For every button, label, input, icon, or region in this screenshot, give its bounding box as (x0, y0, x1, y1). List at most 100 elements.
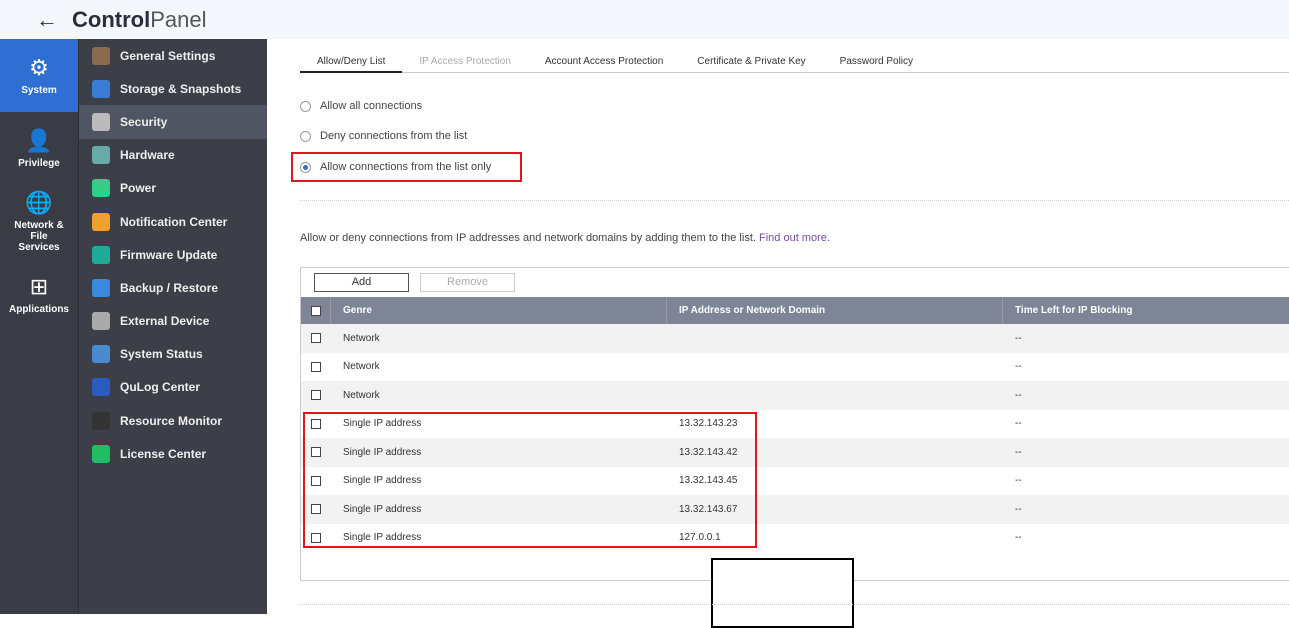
ip-cell (667, 353, 679, 382)
remove-button[interactable]: Remove (420, 273, 515, 292)
select-all-cell (301, 297, 331, 324)
genre-cell: Network (343, 389, 380, 401)
time-left-cell: -- (1015, 389, 1022, 401)
nav-network[interactable]: 🌐 Network & File Services (0, 185, 78, 258)
row-checkbox[interactable] (311, 361, 321, 372)
submenu-item-hardware[interactable]: Hardware (79, 139, 267, 172)
row-checkbox-cell (301, 381, 321, 410)
submenu-item-firmware-update[interactable]: Firmware Update (79, 238, 267, 271)
gear-icon: ⚙ (29, 55, 49, 80)
submenu-icon (92, 378, 110, 397)
submenu-label: Hardware (120, 148, 175, 163)
submenu-item-external-device[interactable]: External Device (79, 305, 267, 338)
submenu-icon (92, 146, 110, 165)
row-checkbox-cell (301, 353, 321, 382)
submenu-label: Security (120, 114, 168, 129)
highlight-box (303, 412, 757, 548)
submenu-label: Firmware Update (120, 247, 218, 262)
row-checkbox[interactable] (311, 333, 321, 344)
column-genre[interactable]: Genre (331, 297, 667, 324)
time-left-cell: -- (1015, 475, 1022, 487)
radio-label: Allow all connections (320, 100, 423, 112)
submenu-icon (92, 444, 110, 463)
row-checkbox[interactable] (311, 390, 321, 401)
submenu-icon (92, 46, 110, 65)
submenu-item-backup-restore[interactable]: Backup / Restore (79, 271, 267, 304)
nav-privilege[interactable]: 👤 Privilege (0, 112, 78, 185)
radio-circle[interactable] (300, 130, 311, 142)
description: Allow or deny connections from IP addres… (300, 232, 830, 244)
ip-cell (667, 381, 679, 410)
description-text: Allow or deny connections from IP addres… (300, 232, 756, 244)
submenu-icon (92, 212, 110, 231)
nav-label: System (21, 85, 57, 96)
submenu-icon (92, 179, 110, 198)
grid-icon: ⊞ (29, 274, 49, 299)
table-header: Genre IP Address or Network Domain Time … (301, 297, 1289, 324)
main-nav: ⚙ System 👤 Privilege 🌐 Network & File Servi… (0, 39, 78, 614)
submenu-icon (92, 112, 110, 131)
submenu-icon (92, 79, 110, 98)
divider (300, 200, 1289, 201)
submenu-item-power[interactable]: Power (79, 172, 267, 205)
submenu-icon (92, 345, 110, 364)
table-row[interactable]: Network -- (301, 324, 1289, 353)
app-title: ControlPanel (72, 7, 206, 33)
nav-label: Applications (8, 304, 69, 315)
tab-account-access-protection[interactable]: Account Access Protection (528, 56, 680, 73)
submenu-item-qulog-center[interactable]: QuLog Center (79, 371, 267, 404)
column-ip[interactable]: IP Address or Network Domain (667, 297, 1003, 324)
submenu-item-security[interactable]: Security (79, 105, 267, 139)
submenu-label: External Device (120, 314, 210, 329)
user-icon: 👤 (25, 128, 53, 153)
submenu-label: Backup / Restore (120, 280, 219, 295)
highlight-box (291, 152, 522, 182)
tab-ip-access-protection[interactable]: IP Access Protection (402, 56, 528, 73)
time-left-cell: -- (1015, 418, 1022, 430)
nav-applications[interactable]: ⊞ Applications (0, 258, 78, 331)
submenu-icon (92, 312, 110, 331)
submenu-icon (92, 245, 110, 264)
add-button[interactable]: Add (314, 273, 409, 292)
genre-cell: Network (343, 361, 380, 373)
column-time-left[interactable]: Time Left for IP Blocking (1003, 297, 1289, 324)
submenu-icon (92, 411, 110, 430)
submenu-label: QuLog Center (120, 380, 200, 395)
radio-deny-list[interactable]: Deny connections from the list (300, 130, 467, 142)
table-row[interactable]: Network -- (301, 381, 1289, 410)
ip-cell (667, 324, 679, 353)
find-out-more-link[interactable]: Find out more. (759, 232, 830, 244)
submenu-item-system-status[interactable]: System Status (79, 338, 267, 371)
submenu-label: Notification Center (120, 214, 228, 229)
submenu-item-resource-monitor[interactable]: Resource Monitor (79, 404, 267, 437)
nav-system[interactable]: ⚙ System (0, 39, 78, 112)
table-row[interactable]: Network -- (301, 353, 1289, 382)
title-light: Panel (150, 6, 207, 32)
tab-certificate[interactable]: Certificate & Private Key (680, 56, 822, 73)
security-panel: Allow/Deny List IP Access Protection Acc… (267, 39, 1289, 628)
submenu-item-notification-center[interactable]: Notification Center (79, 205, 267, 238)
tab-password-policy[interactable]: Password Policy (823, 56, 930, 73)
submenu: General Settings Storage & Snapshots Secur… (78, 39, 267, 614)
select-all-checkbox[interactable] (311, 305, 321, 316)
nav-label: Privilege (18, 158, 60, 169)
divider (300, 604, 1289, 605)
radio-allow-all[interactable]: Allow all connections (300, 100, 422, 112)
row-checkbox-cell (301, 324, 321, 353)
time-left-cell: -- (1015, 532, 1022, 544)
time-left-cell: -- (1015, 332, 1022, 344)
submenu-label: Storage & Snapshots (120, 81, 242, 96)
title-bold: Control (72, 6, 151, 32)
app-header: ← ControlPanel (0, 0, 1289, 39)
submenu-label: System Status (120, 347, 203, 362)
submenu-item-storage-snapshots[interactable]: Storage & Snapshots (79, 72, 267, 105)
submenu-item-license-center[interactable]: License Center (79, 437, 267, 470)
submenu-item-general-settings[interactable]: General Settings (79, 39, 267, 72)
globe-icon: 🌐 (25, 190, 53, 215)
time-left-cell: -- (1015, 361, 1022, 373)
tab-allow-deny-list[interactable]: Allow/Deny List (300, 56, 403, 73)
submenu-label: License Center (120, 446, 207, 461)
radio-circle[interactable] (300, 100, 311, 112)
back-arrow-icon[interactable]: ← (36, 7, 58, 33)
submenu-icon (92, 278, 110, 297)
